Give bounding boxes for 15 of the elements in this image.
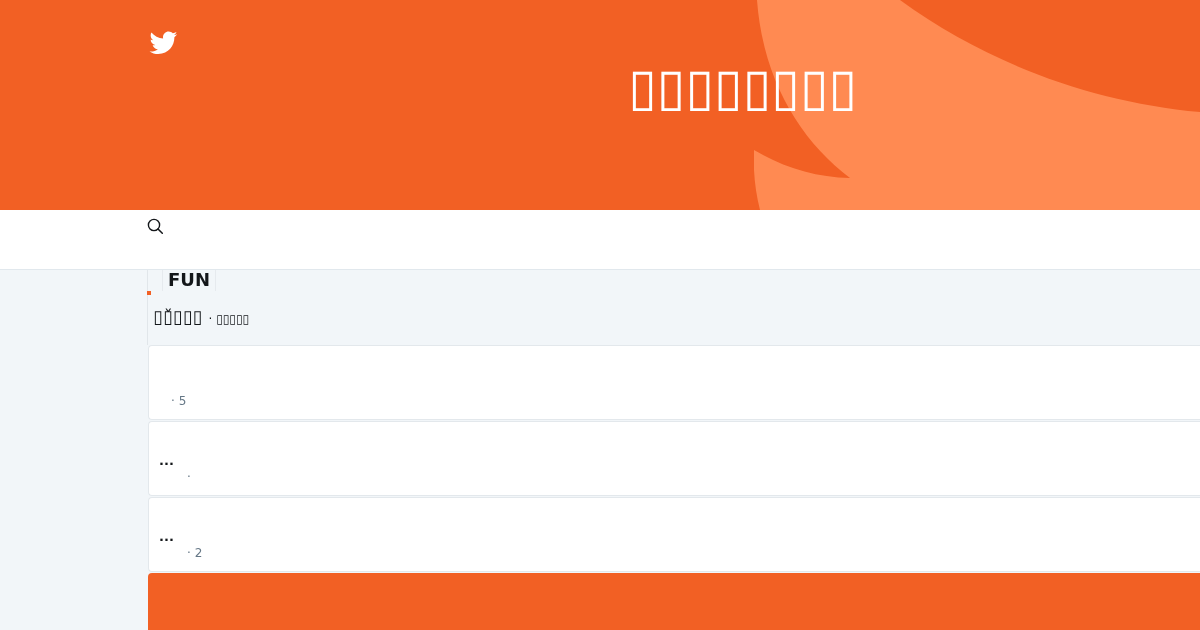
- bird-icon: [148, 30, 178, 55]
- card-title: ...: [159, 529, 174, 545]
- page-title: ▯▯▯▯▯▯▯▯: [628, 61, 857, 113]
- card-meta: · 2: [187, 546, 203, 560]
- card-title: ...: [159, 453, 174, 469]
- accent-square-icon: [147, 291, 151, 295]
- card-meta: · 5: [171, 394, 187, 408]
- section-subtitle: · ▯▯▯▯▯: [208, 312, 250, 326]
- card-meta: ·: [187, 470, 191, 484]
- list-card[interactable]: ... · 2: [148, 497, 1200, 572]
- section-title: ▯▯̌▯▯▯: [153, 305, 203, 329]
- category-tag[interactable]: FUN: [162, 270, 216, 291]
- search-icon[interactable]: [147, 218, 163, 234]
- list-card[interactable]: · 5: [148, 345, 1200, 420]
- list-card[interactable]: ... ·: [148, 421, 1200, 496]
